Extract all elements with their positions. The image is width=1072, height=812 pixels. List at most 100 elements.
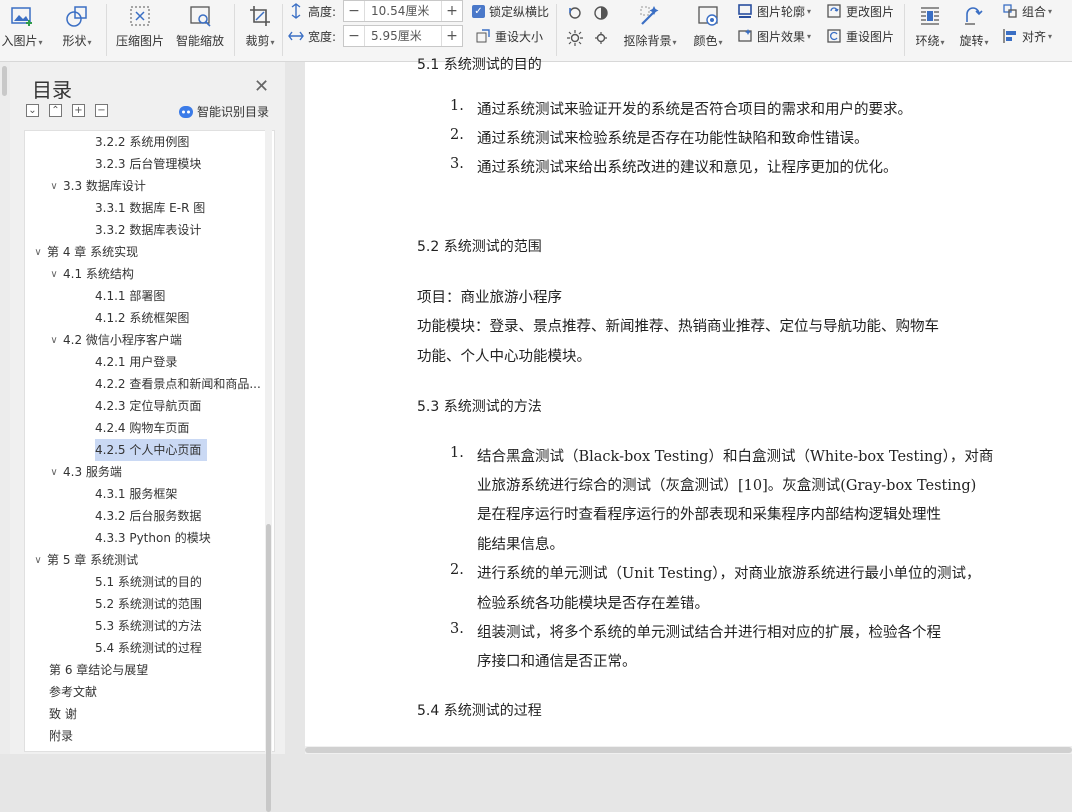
width-spinner[interactable]: − 5.95厘米 + (343, 25, 463, 47)
toc-item-label: 参考文献 (49, 685, 98, 699)
toc-item[interactable]: 附录 (25, 725, 274, 747)
toc-item[interactable]: 5.1 系统测试的目的 (25, 571, 274, 593)
chevron-down-icon[interactable]: ∨ (47, 467, 61, 478)
toc-item[interactable]: 4.1.1 部署图 (25, 285, 274, 307)
align-icon (1002, 28, 1018, 44)
toc-item[interactable]: 3.2.3 后台管理模块 (25, 153, 274, 175)
toc-item[interactable]: ∨ 4.2 微信小程序客户端 (25, 329, 274, 351)
toc-scrollbar[interactable] (265, 130, 272, 812)
height-spinner[interactable]: − 10.54厘米 + (343, 0, 463, 22)
heading-5-3: 5.3 系统测试的方法 (417, 399, 542, 415)
crop-button[interactable]: 裁剪▾ (240, 0, 280, 62)
toc-item[interactable]: 第 6 章结论与展望 (25, 659, 274, 681)
expand-up-icon[interactable]: ⌃ (49, 104, 62, 117)
wrap-button[interactable]: 环绕▾ (908, 0, 952, 62)
toc-item[interactable]: ∨ 4.1 系统结构 (25, 263, 274, 285)
toc-title: 目录 (32, 78, 72, 102)
toc-item-label: 附录 (49, 729, 74, 743)
reset-size-button[interactable]: 重设大小 (475, 25, 543, 47)
chevron-down-icon[interactable]: ∨ (31, 247, 45, 258)
toc-item[interactable]: 4.1.2 系统框架图 (25, 307, 274, 329)
toc-item[interactable]: ∨ 第 5 章 系统测试 (25, 549, 274, 571)
toc-item[interactable]: 3.3.2 数据库表设计 (25, 219, 274, 241)
width-increase-button[interactable]: + (442, 26, 462, 46)
align-button[interactable]: 对齐 ▾ (1002, 25, 1052, 47)
smart-ai-icon (179, 105, 193, 118)
toc-item-label: 4.1 系统结构 (63, 267, 134, 281)
change-image-button[interactable]: 更改图片 (826, 0, 894, 22)
brightness-down-icon[interactable] (592, 27, 610, 49)
outline-icon (737, 3, 753, 19)
project-line: 项目：商业旅游小程序 (417, 290, 562, 306)
lock-ratio-checkbox[interactable]: ✓ 锁定纵横比 (472, 0, 549, 22)
toc-item-label: 4.2.1 用户登录 (95, 355, 178, 369)
toc-item[interactable]: 4.3.2 后台服务数据 (25, 505, 274, 527)
brightness-up-icon[interactable] (566, 27, 584, 49)
toc-item-label: 4.1.2 系统框架图 (95, 311, 190, 325)
smart-zoom-button[interactable]: 智能缩放 (172, 0, 228, 62)
horizontal-scrollbar-thumb[interactable] (305, 747, 1072, 753)
toc-item[interactable]: 4.2.3 定位导航页面 (25, 395, 274, 417)
method-line: 结合黑盒测试（Black-box Testing）和白盒测试（White-box… (477, 449, 994, 465)
goal-item: 通过系统测试来验证开发的系统是否符合项目的需求和用户的要求。 (477, 102, 912, 118)
chevron-down-icon[interactable]: ∨ (47, 269, 61, 280)
toc-item[interactable]: 4.2.2 查看景点和新闻和商品... (25, 373, 274, 395)
height-input[interactable]: 10.54厘米 (364, 1, 442, 21)
close-icon[interactable]: ✕ (254, 76, 269, 97)
toc-item-label: 第 5 章 系统测试 (47, 553, 139, 567)
width-input[interactable]: 5.95厘米 (364, 26, 442, 46)
toc-item-label: 4.2.5 个人中心页面 (95, 439, 208, 461)
collapse-all-icon[interactable]: ⌄ (26, 104, 39, 117)
toc-item-label: 3.3 数据库设计 (63, 179, 146, 193)
insert-image-button[interactable]: 入图片▾ (0, 0, 44, 62)
toc-item[interactable]: 致 谢 (25, 703, 274, 725)
contrast-icon[interactable] (592, 2, 610, 24)
chevron-down-icon[interactable]: ∨ (47, 335, 61, 346)
method-line: 是在程序运行时查看程序运行的外部表现和采集程序内部结构逻辑处理性 (477, 507, 941, 523)
remove-heading-icon[interactable]: − (95, 104, 108, 117)
toc-item[interactable]: ∨ 3.3 数据库设计 (25, 175, 274, 197)
width-decrease-button[interactable]: − (344, 26, 364, 46)
smart-zoom-icon (187, 3, 213, 29)
toc-item[interactable]: 4.3.1 服务框架 (25, 483, 274, 505)
toc-item-label: 4.3.2 后台服务数据 (95, 509, 202, 523)
toc-item-label: 4.2.2 查看景点和新闻和商品... (95, 377, 261, 391)
remove-background-button[interactable]: 抠除背景▾ (620, 0, 680, 62)
chevron-down-icon[interactable]: ∨ (47, 181, 61, 192)
heading-5-2: 5.2 系统测试的范围 (417, 239, 542, 255)
image-effect-button[interactable]: 图片效果 ▾ (737, 25, 811, 47)
left-edge-scrollbar[interactable] (0, 62, 10, 754)
toc-item[interactable]: 4.2.5 个人中心页面 (25, 439, 274, 461)
group-button[interactable]: 组合 ▾ (1002, 0, 1052, 22)
toc-item[interactable]: ∨ 4.3 服务端 (25, 461, 274, 483)
toc-item[interactable]: 4.2.4 购物车页面 (25, 417, 274, 439)
toc-item[interactable]: 5.4 系统测试的过程 (25, 637, 274, 659)
height-increase-button[interactable]: + (442, 1, 462, 21)
chevron-down-icon[interactable]: ∨ (31, 555, 45, 566)
toc-list: 3.2.2 系统用例图 3.2.3 后台管理模块 ∨ 3.3 数据库设计 3.3.1 数… (24, 130, 275, 752)
method-line: 能结果信息。 (477, 537, 564, 553)
toc-scrollbar-thumb[interactable] (266, 524, 271, 812)
compress-image-button[interactable]: 压缩图片 (112, 0, 168, 62)
add-heading-icon[interactable]: + (72, 104, 85, 117)
rotate-left-icon[interactable] (566, 2, 584, 24)
toc-item[interactable]: 5.2 系统测试的范围 (25, 593, 274, 615)
reset-image-button[interactable]: 重设图片 (826, 25, 894, 47)
toc-item[interactable]: 3.2.2 系统用例图 (25, 131, 274, 153)
color-button[interactable]: 颜色▾ (688, 0, 728, 62)
shape-button[interactable]: 形状▾ (56, 0, 98, 62)
toc-item-label: 3.2.3 后台管理模块 (95, 157, 202, 171)
toc-item[interactable]: 参考文献 (25, 681, 274, 703)
toc-item[interactable]: ∨ 第 4 章 系统实现 (25, 241, 274, 263)
toc-item[interactable]: 5.3 系统测试的方法 (25, 615, 274, 637)
document-page[interactable]: 5.1 系统测试的目的 1. 通过系统测试来验证开发的系统是否符合项目的需求和用… (305, 57, 1072, 754)
height-decrease-button[interactable]: − (344, 1, 364, 21)
rotate-button[interactable]: 旋转▾ (954, 0, 994, 62)
toc-item[interactable]: 4.2.1 用户登录 (25, 351, 274, 373)
horizontal-scrollbar[interactable] (305, 746, 1072, 754)
smart-detect-toc-button[interactable]: 智能识别目录 (178, 103, 269, 120)
toc-item[interactable]: 4.3.3 Python 的模块 (25, 527, 274, 549)
image-outline-button[interactable]: 图片轮廓 ▾ (737, 0, 811, 22)
toc-item[interactable]: 3.3.1 数据库 E-R 图 (25, 197, 274, 219)
method-line: 进行系统的单元测试（Unit Testing），对商业旅游系统进行最小单位的测试… (477, 566, 981, 582)
